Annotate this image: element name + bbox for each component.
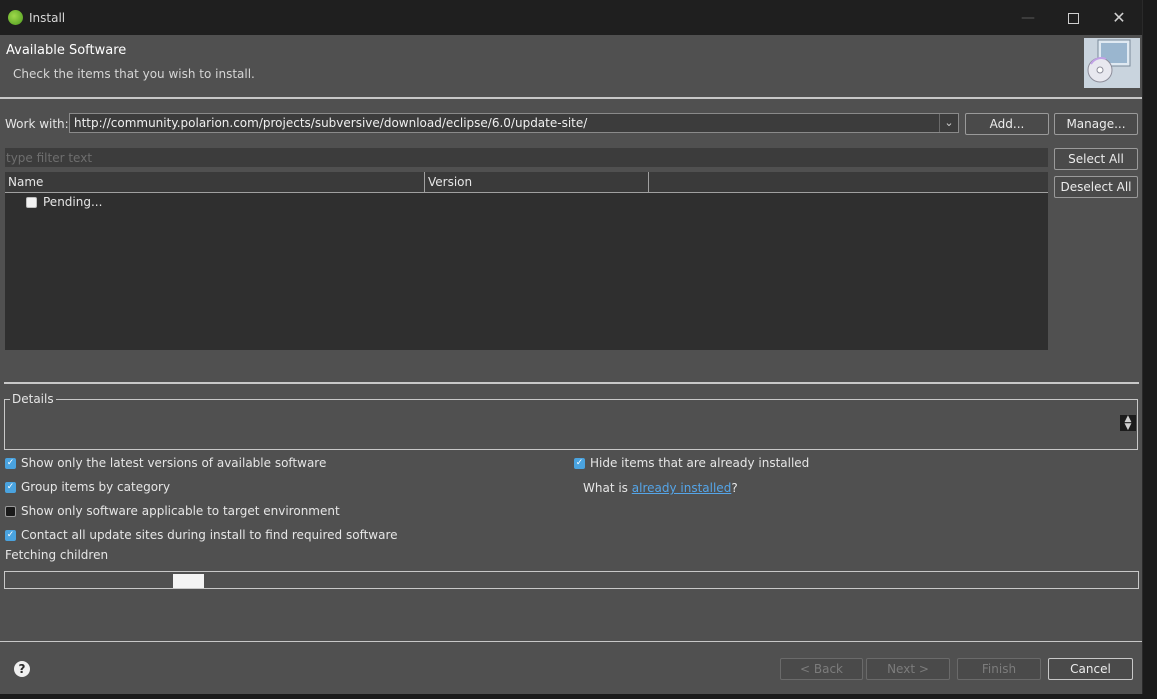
next-label: Next >: [887, 662, 929, 676]
contact-sites-checkbox[interactable]: ✓: [5, 530, 16, 541]
select-all-label: Select All: [1068, 152, 1124, 166]
progress-bar: [4, 571, 1139, 589]
select-all-button[interactable]: Select All: [1054, 148, 1138, 170]
work-with-combo[interactable]: http://community.polarion.com/projects/s…: [69, 113, 959, 133]
manage-button-label: Manage...: [1066, 117, 1126, 131]
deselect-all-button[interactable]: Deselect All: [1054, 176, 1138, 198]
back-label: < Back: [799, 662, 843, 676]
software-tree[interactable]: Name Version Pending...: [5, 172, 1048, 350]
target-env-label: Show only software applicable to target …: [21, 504, 340, 518]
app-leaf-icon: [8, 10, 23, 25]
details-separator: [4, 382, 1139, 384]
details-box: [4, 399, 1138, 450]
install-cd-icon: [1084, 38, 1140, 88]
status-text: Fetching children: [5, 548, 109, 562]
already-installed-link[interactable]: already installed: [632, 481, 732, 495]
minimize-button[interactable]: —: [1008, 6, 1048, 30]
deselect-all-label: Deselect All: [1060, 180, 1132, 194]
help-icon[interactable]: ?: [14, 661, 30, 677]
group-category-checkbox[interactable]: ✓: [5, 482, 16, 493]
contact-sites-label: Contact all update sites during install …: [21, 528, 398, 542]
progress-indicator: [173, 574, 204, 588]
cancel-button[interactable]: Cancel: [1048, 658, 1133, 680]
latest-versions-label: Show only the latest versions of availab…: [21, 456, 327, 470]
hide-installed-label: Hide items that are already installed: [590, 456, 810, 470]
column-version[interactable]: Version: [425, 172, 649, 192]
maximize-icon: [1067, 13, 1079, 24]
latest-versions-checkbox[interactable]: ✓: [5, 458, 16, 469]
work-with-label: Work with:: [5, 117, 69, 131]
chevron-down-icon[interactable]: ⌄: [939, 114, 958, 132]
what-is-suffix: ?: [731, 481, 738, 495]
column-name[interactable]: Name: [5, 172, 425, 192]
wizard-header: Available Software Check the items that …: [0, 35, 1142, 98]
scroll-arrows-icon[interactable]: ▲ ▼: [1120, 415, 1136, 432]
work-with-url: http://community.polarion.com/projects/s…: [74, 116, 588, 130]
what-is-prefix: What is: [583, 481, 628, 495]
filter-input[interactable]: type filter text: [5, 148, 1048, 167]
back-button[interactable]: < Back: [780, 658, 863, 680]
filter-placeholder: type filter text: [6, 151, 93, 165]
group-category-label: Group items by category: [21, 480, 171, 494]
next-button[interactable]: Next >: [866, 658, 950, 680]
window-title: Install: [29, 11, 66, 25]
what-is-installed: What is already installed?: [583, 481, 738, 495]
row-name: Pending...: [43, 195, 103, 209]
row-checkbox[interactable]: [26, 197, 37, 208]
column-extra[interactable]: [649, 172, 1048, 192]
page-title: Available Software: [6, 43, 127, 58]
tree-header: Name Version: [5, 172, 1048, 193]
footer-separator: [0, 641, 1142, 642]
page-subtitle: Check the items that you wish to install…: [13, 67, 255, 81]
finish-button[interactable]: Finish: [957, 658, 1041, 680]
maximize-button[interactable]: [1053, 6, 1093, 30]
header-separator: [0, 97, 1142, 99]
hide-installed-checkbox[interactable]: ✓: [574, 458, 585, 469]
target-env-checkbox[interactable]: [5, 506, 16, 517]
install-dialog: Install — ✕ Available Software Check the…: [0, 0, 1143, 694]
title-bar: Install — ✕: [0, 0, 1142, 35]
add-button-label: Add...: [989, 117, 1025, 131]
cancel-label: Cancel: [1070, 662, 1111, 676]
add-button[interactable]: Add...: [965, 113, 1049, 135]
details-legend: Details: [10, 392, 56, 406]
finish-label: Finish: [981, 662, 1017, 676]
close-button[interactable]: ✕: [1099, 6, 1139, 30]
manage-button[interactable]: Manage...: [1054, 113, 1138, 135]
